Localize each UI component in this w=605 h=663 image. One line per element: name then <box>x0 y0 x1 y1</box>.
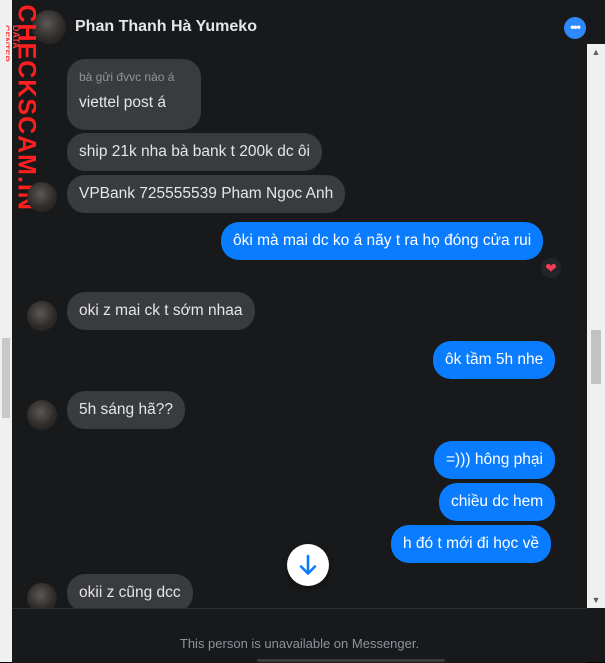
right-scrollbar[interactable]: ▲ ▼ <box>587 44 605 608</box>
left-scrollbar[interactable] <box>0 0 12 662</box>
message-bubble-incoming[interactable]: oki z mai ck t sớm nhaa <box>67 292 255 330</box>
contact-avatar-small[interactable] <box>27 400 57 430</box>
scroll-down-arrow-icon[interactable]: ▼ <box>587 592 605 608</box>
right-scrollbar-thumb[interactable] <box>591 330 601 384</box>
more-options-button[interactable]: ••• <box>564 17 586 39</box>
arrow-down-icon <box>299 554 317 575</box>
contact-avatar-small[interactable] <box>27 301 57 331</box>
contact-avatar-small[interactable] <box>27 583 57 608</box>
message-list[interactable]: bà gửi đvvc nào á viettel post á ship 21… <box>12 56 587 608</box>
chat-header: Phan Thanh Hà Yumeko ••• <box>12 0 587 56</box>
message-bubble-incoming[interactable]: okii z cũng dcc <box>67 574 193 608</box>
message-bubble-outgoing[interactable]: =))) hông phại <box>434 441 555 479</box>
contact-avatar-small[interactable] <box>27 182 57 212</box>
scroll-to-bottom-button[interactable] <box>287 544 329 586</box>
footer: This person is unavailable on Messenger. <box>12 608 587 663</box>
reply-preview: bà gửi đvvc nào á <box>79 70 175 84</box>
heart-reaction-icon[interactable]: ❤ <box>541 258 561 278</box>
unavailable-notice: This person is unavailable on Messenger. <box>179 636 420 651</box>
more-options-icon: ••• <box>570 20 581 34</box>
message-bubble-incoming[interactable]: ship 21k nha bà bank t 200k dc ôi <box>67 133 322 171</box>
message-bubble-outgoing[interactable]: chiều dc hem <box>439 483 556 521</box>
contact-avatar[interactable] <box>32 10 66 44</box>
message-text: viettel post á <box>79 94 167 111</box>
message-bubble-incoming[interactable]: 5h sáng hã?? <box>67 391 185 429</box>
message-bubble-incoming[interactable]: bà gửi đvvc nào á viettel post á <box>67 59 201 130</box>
message-bubble-outgoing[interactable]: ôki mà mai dc ko á nãy t ra họ đóng cửa … <box>221 222 544 260</box>
message-bubble-outgoing[interactable]: h đó t mới đi học về <box>391 525 551 563</box>
scroll-up-arrow-icon[interactable]: ▲ <box>587 44 605 60</box>
messenger-window: Phan Thanh Hà Yumeko ••• CHECKSCAM.INFO … <box>0 0 605 663</box>
left-scrollbar-thumb[interactable] <box>2 338 10 418</box>
contact-name[interactable]: Phan Thanh Hà Yumeko <box>75 18 257 36</box>
message-bubble-incoming[interactable]: VPBank 725555539 Pham Ngoc Anh <box>67 175 346 213</box>
message-bubble-outgoing[interactable]: ôk tầm 5h nhe <box>433 341 556 379</box>
